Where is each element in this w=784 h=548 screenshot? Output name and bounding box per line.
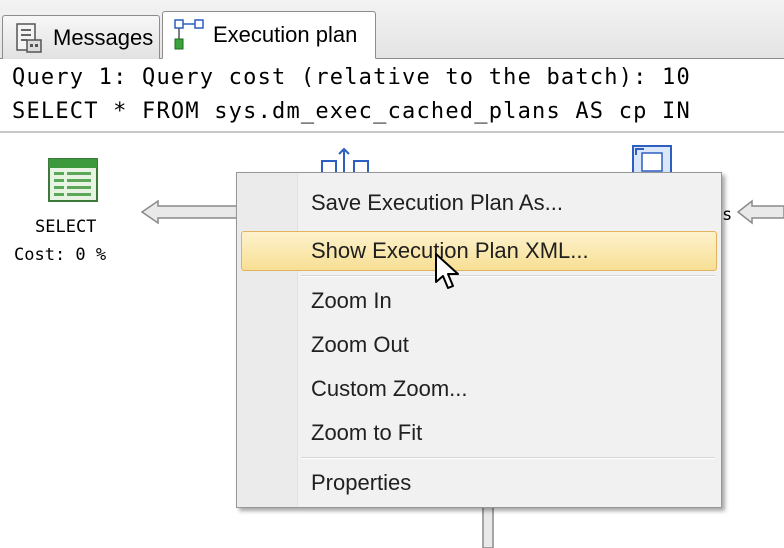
select-node-name: SELECT <box>35 217 97 237</box>
menu-item-label: Zoom Out <box>311 332 409 357</box>
query-header: Query 1: Query cost (relative to the bat… <box>0 59 784 133</box>
tab-execution-plan[interactable]: Execution plan <box>162 11 376 59</box>
menu-item-label: Zoom In <box>311 288 392 313</box>
menu-item-zoom-to-fit[interactable]: Zoom to Fit <box>241 413 717 453</box>
execution-plan-icon <box>171 17 207 53</box>
menu-item-label: Save Execution Plan As... <box>311 190 563 215</box>
context-menu: Save Execution Plan As... Show Execution… <box>236 172 722 508</box>
menu-item-custom-zoom[interactable]: Custom Zoom... <box>241 369 717 409</box>
menu-item-properties[interactable]: Properties <box>241 463 717 503</box>
data-flow-arrow-down <box>482 505 494 548</box>
tab-messages-label: Messages <box>53 24 154 50</box>
tab-messages[interactable]: Messages <box>2 15 160 59</box>
menu-separator <box>301 275 715 277</box>
query-sql-line: SELECT * FROM sys.dm_exec_cached_plans A… <box>12 99 691 124</box>
menu-item-zoom-out[interactable]: Zoom Out <box>241 325 717 365</box>
menu-separator <box>301 457 715 459</box>
menu-item-zoom-in[interactable]: Zoom In <box>241 281 717 321</box>
mouse-cursor-icon <box>435 253 459 289</box>
menu-item-label: Custom Zoom... <box>311 376 468 401</box>
query-cost-line: Query 1: Query cost (relative to the bat… <box>12 65 691 90</box>
menu-item-label: Properties <box>311 470 412 495</box>
results-tab-strip: Messages Execution plan <box>0 0 784 59</box>
select-operator-icon[interactable] <box>48 158 98 202</box>
menu-item-show-execution-plan-xml[interactable]: Show Execution Plan XML... <box>241 231 717 271</box>
data-flow-arrow-left <box>140 199 240 225</box>
messages-icon <box>11 20 47 56</box>
menu-item-save-execution-plan-as[interactable]: Save Execution Plan As... <box>241 183 717 223</box>
right-node-partial-label: s <box>722 205 733 225</box>
data-flow-arrow-right <box>736 199 784 225</box>
menu-item-label: Zoom to Fit <box>311 420 423 445</box>
nested-loops-operator-icon[interactable] <box>318 147 374 175</box>
select-node-cost: Cost: 0 % <box>14 245 107 265</box>
tab-execution-plan-label: Execution plan <box>213 22 358 47</box>
